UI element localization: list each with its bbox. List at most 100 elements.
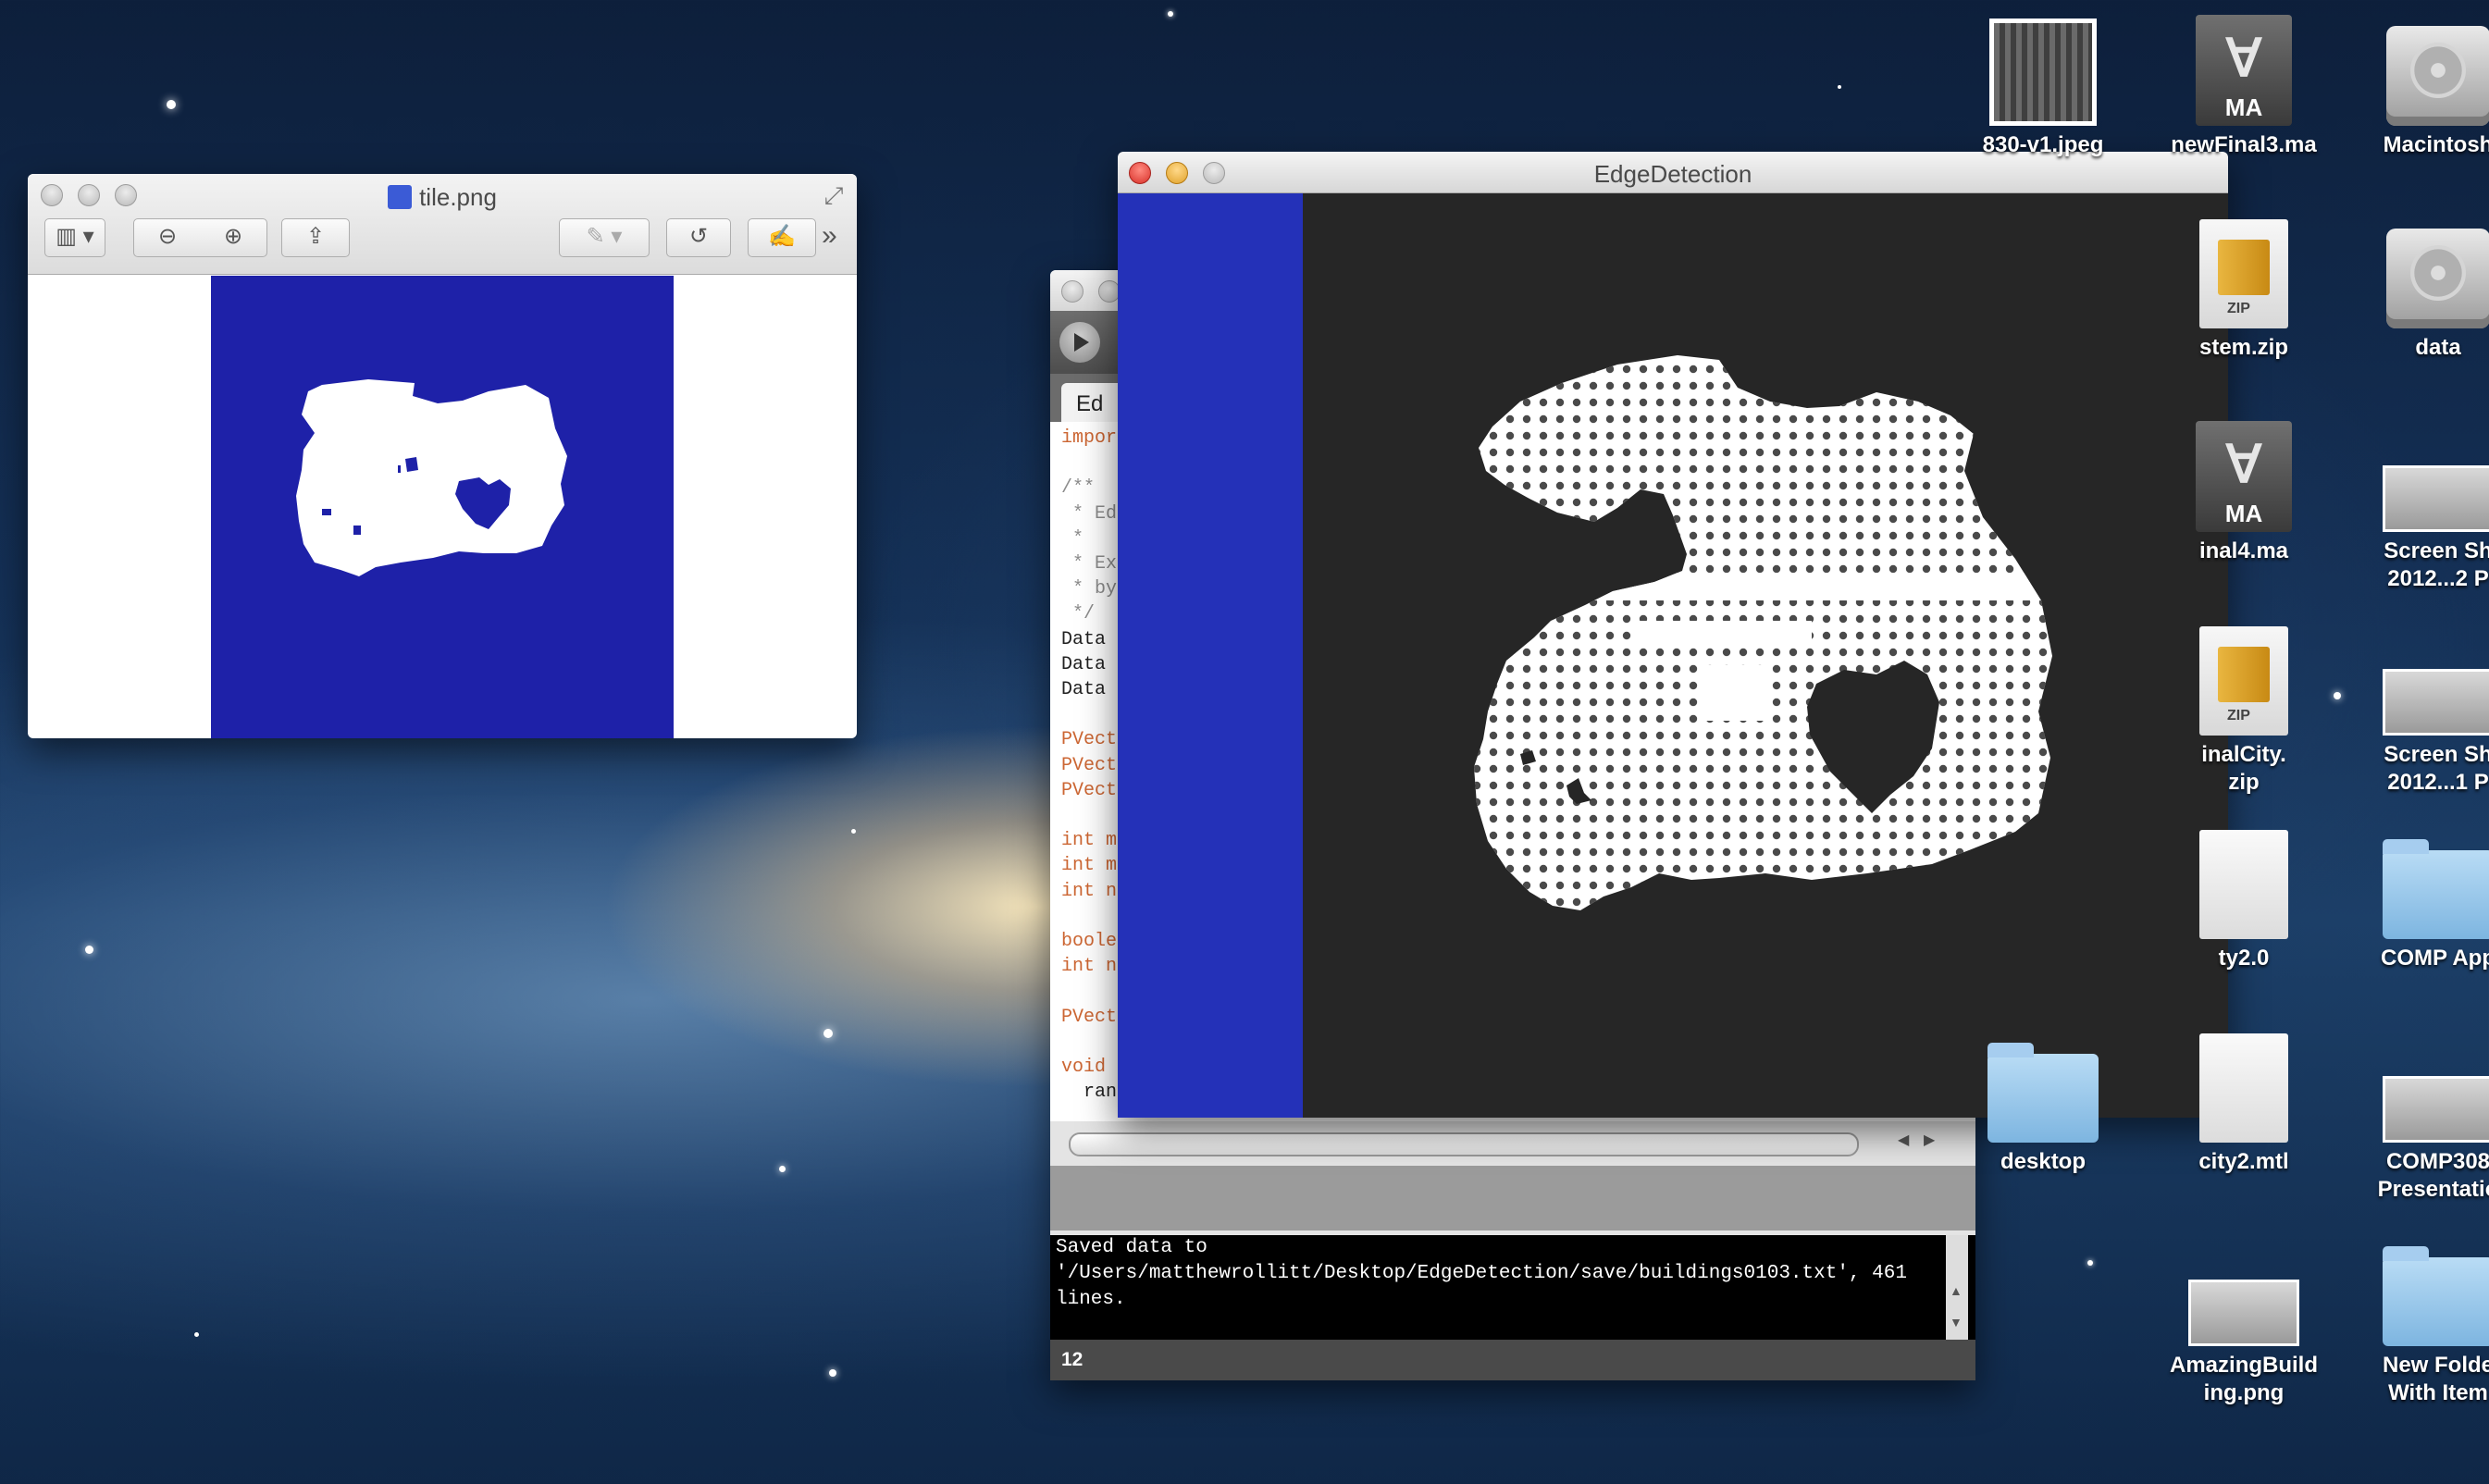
sample-dot xyxy=(1938,714,1948,723)
edgedetection-window[interactable]: EdgeDetection xyxy=(1118,152,2228,1118)
sample-dot xyxy=(1474,781,1481,790)
console-scrollbar[interactable]: ▲ ▼ xyxy=(1946,1235,1968,1340)
annotate-button[interactable]: ✎ ▾ xyxy=(559,218,650,257)
sample-dot xyxy=(1572,664,1581,674)
folder-icon xyxy=(2383,1246,2489,1346)
sample-dot xyxy=(1705,381,1715,390)
sample-dot xyxy=(1672,648,1681,657)
sample-dot xyxy=(1938,781,1948,790)
sample-dot xyxy=(1474,414,1481,424)
desktop-icon[interactable]: ZIP inalCity. zip xyxy=(2147,615,2341,797)
preview-titlebar[interactable]: tile.png ⤢ ▥ ▾ ⊖ ⊕ ⇪ ✎ ▾ ↺ ✍ » xyxy=(28,174,857,275)
sample-dot xyxy=(1522,381,1531,390)
sample-dot xyxy=(1739,514,1748,524)
sample-dot xyxy=(1489,531,1498,540)
sample-dot xyxy=(1522,681,1531,690)
sample-dot xyxy=(1522,398,1531,407)
sample-dot xyxy=(1655,731,1665,740)
sample-dot xyxy=(1705,398,1715,407)
sample-dot xyxy=(1555,714,1565,723)
sample-dot xyxy=(1589,748,1598,757)
desktop-icon[interactable]: Screen Sh 2012...1 P xyxy=(2341,615,2489,797)
sample-dot xyxy=(1474,664,1481,674)
sample-dot xyxy=(1789,365,1798,374)
desktop-icon[interactable]: COMP App xyxy=(2341,819,2489,972)
scroll-up-icon[interactable]: ▲ xyxy=(1950,1283,1963,1298)
sample-dot xyxy=(1589,631,1598,640)
sample-dot xyxy=(1988,731,1998,740)
sample-dot xyxy=(1474,464,1481,474)
desktop-icon[interactable]: desktop xyxy=(1946,1022,2140,1176)
sample-dot xyxy=(1456,449,1464,456)
sample-dot xyxy=(1639,648,1648,657)
close-button[interactable] xyxy=(1061,280,1084,303)
desktop-icon[interactable]: data xyxy=(2341,208,2489,362)
desktop-icon[interactable]: MA newFinal3.ma xyxy=(2147,6,2341,159)
desktop-icon[interactable]: ty2.0 xyxy=(2147,819,2341,972)
scroll-down-icon[interactable]: ▼ xyxy=(1950,1315,1963,1329)
sample-dot xyxy=(1805,897,1814,907)
sketch-canvas[interactable] xyxy=(1303,193,2228,1118)
sample-dot xyxy=(1474,714,1481,723)
sample-dot xyxy=(1955,831,1964,840)
sample-dot xyxy=(1972,381,1981,390)
sample-dot xyxy=(2022,531,2031,540)
desktop-icon[interactable]: New Folde With Item xyxy=(2341,1226,2489,1407)
sample-dot xyxy=(1622,381,1631,390)
sample-dot xyxy=(2056,732,2063,739)
zoom-in-button[interactable]: ⊕ xyxy=(200,218,267,257)
desktop-icon-label: Screen Sh 2012...1 P xyxy=(2341,741,2489,797)
preview-window[interactable]: tile.png ⤢ ▥ ▾ ⊖ ⊕ ⇪ ✎ ▾ ↺ ✍ » xyxy=(28,174,857,738)
scroll-right-icon[interactable]: ▶ xyxy=(1924,1131,1935,1149)
sample-dot xyxy=(1988,481,1998,490)
sample-dot xyxy=(1955,698,1964,707)
sample-dot xyxy=(1789,798,1798,807)
sample-dot xyxy=(2038,698,2048,707)
sample-dot xyxy=(1539,414,1548,424)
desktop-icon[interactable]: 830-v1.jpeg xyxy=(1946,6,2140,159)
sample-dot xyxy=(1474,831,1481,840)
sample-dot xyxy=(1655,481,1665,490)
rotate-button[interactable]: ↺ xyxy=(666,218,731,257)
horizontal-scrollbar[interactable]: ◀ ▶ xyxy=(1059,1129,1966,1156)
zoom-out-button[interactable]: ⊖ xyxy=(133,218,202,257)
desktop-icon[interactable]: ZIP stem.zip xyxy=(2147,208,2341,362)
sample-dot xyxy=(1639,698,1648,707)
sample-dot xyxy=(1938,831,1948,840)
sample-dot xyxy=(1988,648,1998,657)
edit-button[interactable]: ✍ xyxy=(748,218,816,257)
sample-dot xyxy=(1722,798,1731,807)
sample-dot xyxy=(1988,798,1998,807)
sample-dot xyxy=(1589,847,1598,857)
sample-dot xyxy=(1522,781,1531,790)
sample-dot xyxy=(1772,448,1781,457)
png-thumbnail-icon xyxy=(2188,1280,2299,1346)
sample-dot xyxy=(1622,431,1631,440)
share-button[interactable]: ⇪ xyxy=(281,218,350,257)
sidebar-toggle-button[interactable]: ▥ ▾ xyxy=(44,218,105,257)
sample-dot xyxy=(1922,897,1931,907)
sample-dot xyxy=(2038,414,2048,424)
sample-dot xyxy=(1805,431,1814,440)
sample-dot xyxy=(1905,831,1914,840)
label-line: Screen Sh xyxy=(2384,742,2489,767)
sample-dot xyxy=(1505,698,1515,707)
fullscreen-icon[interactable]: ⤢ xyxy=(820,181,848,209)
desktop-icon[interactable]: MA inal4.ma xyxy=(2147,412,2341,565)
run-button[interactable] xyxy=(1059,322,1100,363)
sample-dot xyxy=(1689,714,1698,723)
scroll-left-icon[interactable]: ◀ xyxy=(1898,1131,1909,1149)
more-button[interactable]: » xyxy=(822,220,837,252)
sample-dot xyxy=(1905,648,1914,657)
desktop-icon[interactable]: AmazingBuild ing.png xyxy=(2147,1226,2341,1407)
sample-dot xyxy=(1456,399,1464,406)
desktop-icon[interactable]: Screen Sh 2012...2 P xyxy=(2341,412,2489,593)
sample-dot xyxy=(1589,781,1598,790)
desktop-icon[interactable]: COMP308 Presentatio xyxy=(2341,1022,2489,1204)
code-line: */ xyxy=(1061,603,1096,625)
desktop-icon[interactable]: Macintosh xyxy=(2341,6,2489,159)
sample-dot xyxy=(1505,581,1515,590)
desktop-icon[interactable]: city2.mtl xyxy=(2147,1022,2341,1176)
sample-dot xyxy=(1672,897,1681,907)
sample-dot xyxy=(1456,682,1464,689)
